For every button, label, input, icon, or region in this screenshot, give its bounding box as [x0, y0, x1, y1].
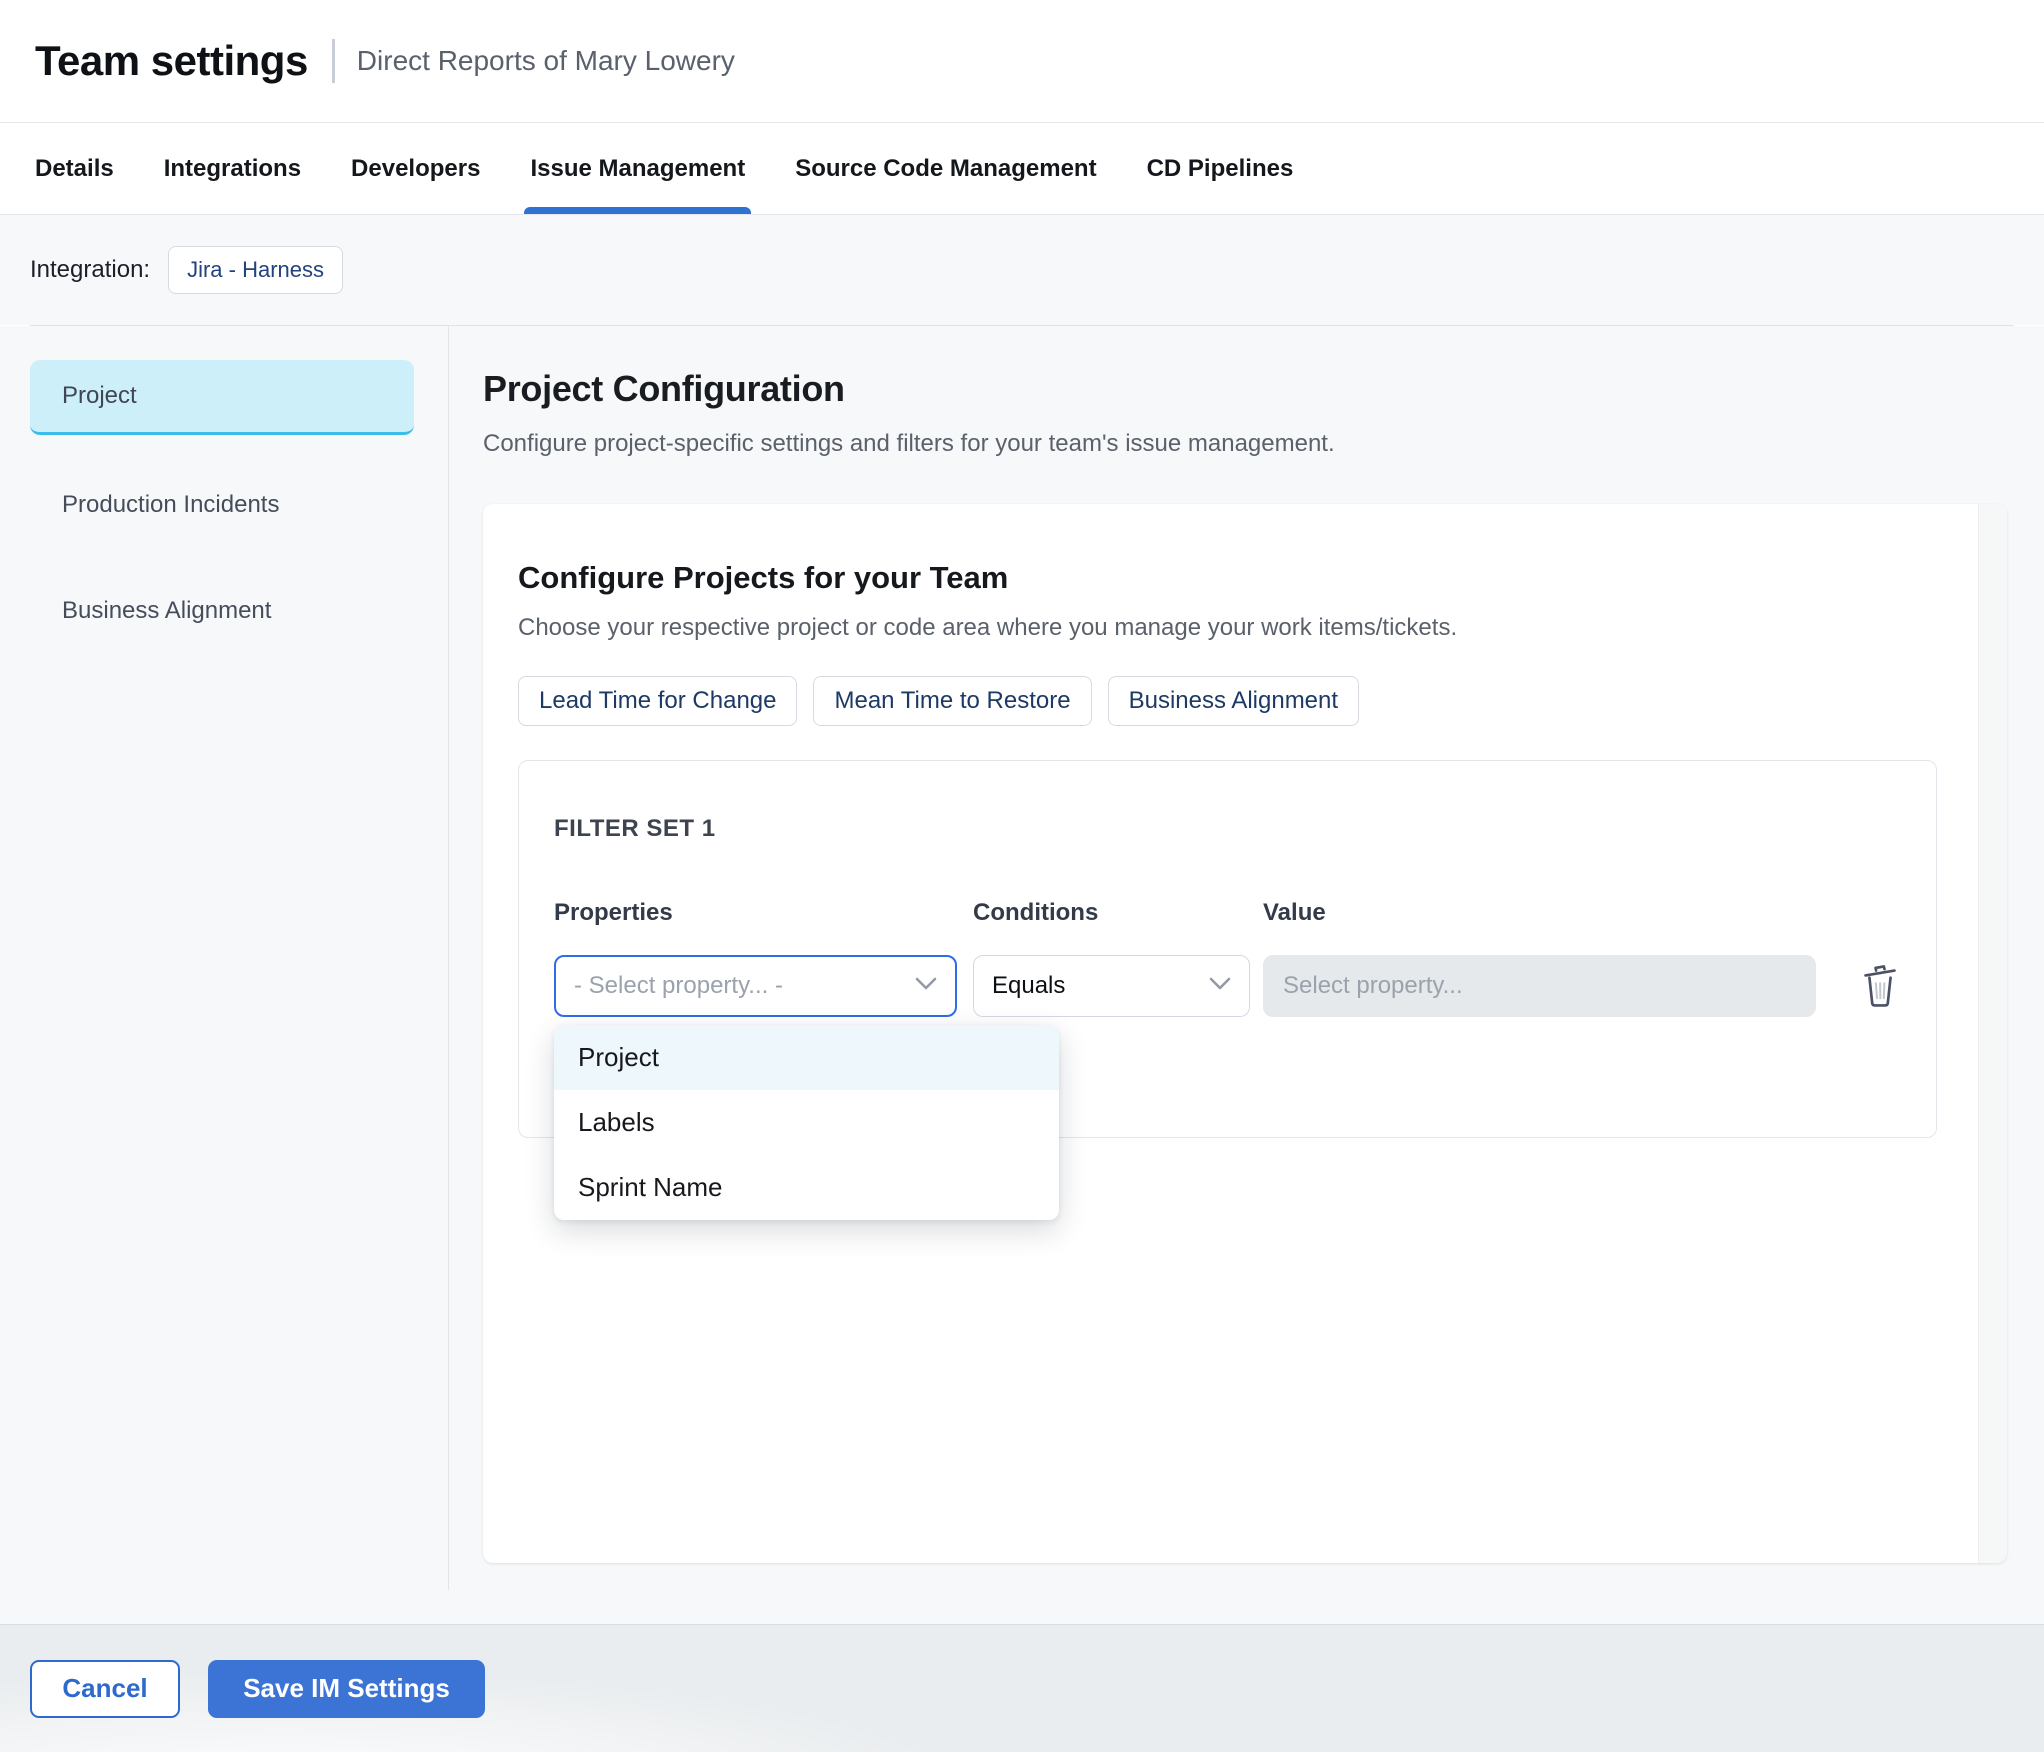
tab-integrations[interactable]: Integrations — [164, 123, 301, 214]
chevron-down-icon — [915, 977, 937, 995]
tab-cd-pipelines[interactable]: CD Pipelines — [1147, 123, 1294, 214]
sidebar-item-business-alignment[interactable]: Business Alignment — [30, 575, 414, 647]
tab-details[interactable]: Details — [35, 123, 114, 214]
section-title: Project Configuration — [483, 368, 845, 409]
property-select[interactable]: - Select property... - Project Labels Sp… — [554, 955, 1059, 1220]
sidebar-item-production-incidents[interactable]: Production Incidents — [30, 469, 414, 541]
filter-set-card: FILTER SET 1 Properties Conditions Value… — [518, 760, 1937, 1220]
column-header-value: Value — [1263, 899, 1326, 926]
integration-label: Integration: — [30, 256, 151, 283]
main-panel: Project Configuration Configure project-… — [448, 326, 2044, 1624]
sidebar-item-project[interactable]: Project — [30, 360, 414, 435]
value-input[interactable] — [1263, 955, 1816, 1017]
chip-business-alignment[interactable]: Business Alignment — [1107, 676, 1360, 726]
chevron-down-icon — [1209, 977, 1231, 995]
content-area: Project Production Incidents Business Al… — [0, 326, 2044, 1624]
property-dropdown-menu: Project Labels Sprint Name — [554, 1025, 1059, 1220]
tab-bar: Details Integrations Developers Issue Ma… — [0, 123, 2044, 215]
filter-set-title: FILTER SET 1 — [554, 815, 716, 842]
page-header: Team settings Direct Reports of Mary Low… — [0, 0, 2044, 123]
page-subtitle: Direct Reports of Mary Lowery — [356, 45, 735, 76]
integration-chip[interactable]: Jira - Harness — [168, 246, 344, 294]
filter-column-headers: Properties Conditions Value — [554, 899, 1901, 927]
save-im-settings-button[interactable]: Save IM Settings — [208, 1659, 485, 1718]
condition-select[interactable]: Equals — [973, 955, 1250, 1017]
metric-chip-row: Lead Time for Change Mean Time to Restor… — [518, 676, 1937, 726]
configure-projects-card: Configure Projects for your Team Choose … — [483, 504, 2007, 1563]
cancel-button[interactable]: Cancel — [30, 1659, 180, 1718]
filter-controls-row: - Select property... - Project Labels Sp… — [554, 955, 1901, 1220]
condition-select-value: Equals — [992, 972, 1066, 999]
sidebar: Project Production Incidents Business Al… — [0, 326, 448, 1624]
card-subtitle: Choose your respective project or code a… — [518, 614, 1458, 641]
title-separator — [331, 39, 335, 83]
sidebar-divider — [448, 326, 449, 1590]
page-title: Team settings — [35, 37, 308, 84]
dropdown-option-project[interactable]: Project — [554, 1025, 1059, 1090]
chip-mean-time-to-restore[interactable]: Mean Time to Restore — [813, 676, 1092, 726]
footer-action-bar: Cancel Save IM Settings — [0, 1624, 2044, 1752]
chip-lead-time-for-change[interactable]: Lead Time for Change — [518, 676, 798, 726]
integration-row: Integration: Jira - Harness — [0, 215, 2044, 325]
tab-source-code-management[interactable]: Source Code Management — [795, 123, 1096, 214]
tab-issue-management[interactable]: Issue Management — [524, 123, 751, 214]
card-scrollbar[interactable] — [1978, 504, 2007, 1563]
trash-icon — [1860, 965, 1900, 1012]
column-header-properties: Properties — [554, 899, 673, 926]
section-subtitle: Configure project-specific settings and … — [483, 430, 1335, 457]
card-title: Configure Projects for your Team — [518, 560, 1009, 595]
delete-filter-button[interactable] — [1860, 963, 1900, 1009]
column-header-conditions: Conditions — [973, 899, 1099, 926]
tab-developers[interactable]: Developers — [351, 123, 480, 214]
dropdown-option-labels[interactable]: Labels — [554, 1090, 1059, 1155]
dropdown-option-sprint-name[interactable]: Sprint Name — [554, 1155, 1059, 1220]
property-select-placeholder: - Select property... - — [574, 972, 783, 999]
